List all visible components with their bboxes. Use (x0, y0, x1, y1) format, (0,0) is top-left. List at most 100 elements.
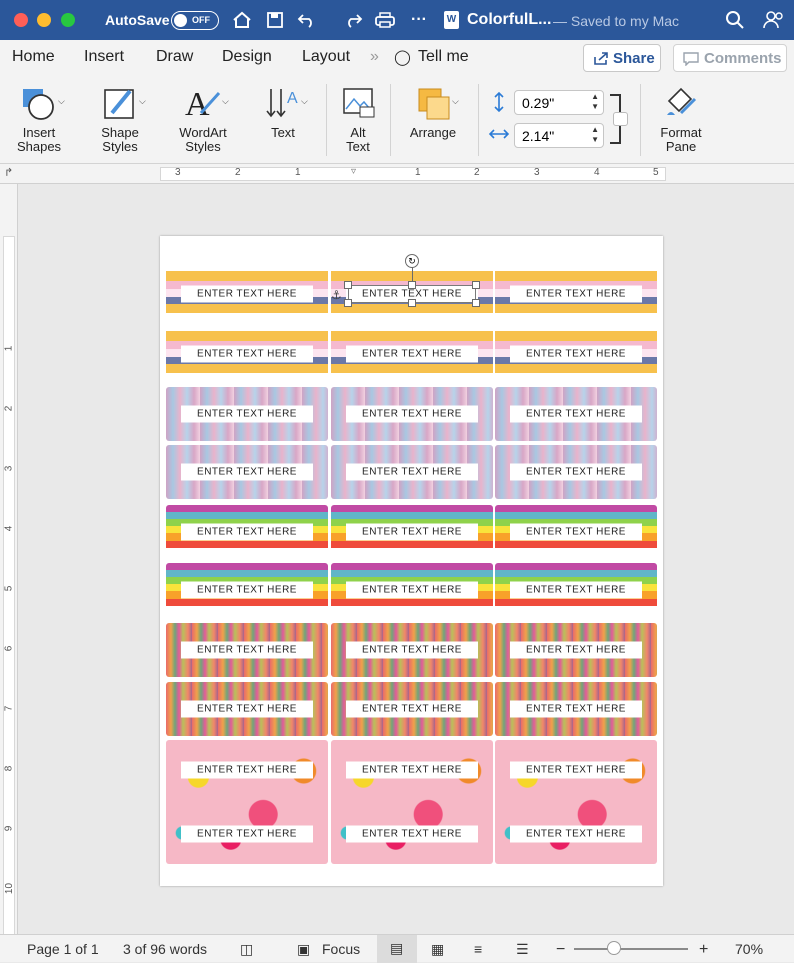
zoom-out-icon[interactable]: − (556, 941, 565, 959)
label-cell[interactable]: ENTER TEXT HERE (495, 682, 657, 736)
more-tabs-chevron[interactable]: » (370, 48, 379, 66)
label-cell[interactable]: ENTER TEXT HERE (331, 505, 493, 559)
label-text[interactable]: ENTER TEXT HERE (346, 700, 478, 718)
resize-handle[interactable] (344, 299, 352, 307)
more-icon[interactable]: ··· (408, 9, 430, 31)
alt-text-button[interactable]: Alt Text (334, 80, 382, 154)
wordart-styles-button[interactable]: A WordArt Styles (172, 80, 234, 154)
chevron-down-icon[interactable]: ⌵ (139, 96, 146, 107)
shape-width-input[interactable]: 2.14" ▲ ▼ (514, 123, 604, 148)
label-cell[interactable]: ENTER TEXT HERE (495, 267, 657, 321)
print-icon[interactable] (374, 9, 396, 31)
label-cell[interactable]: ENTER TEXT HERE (495, 445, 657, 499)
shape-height-input[interactable]: 0.29" ▲ ▼ (514, 90, 604, 115)
label-text[interactable]: ENTER TEXT HERE (510, 761, 642, 779)
label-text[interactable]: ENTER TEXT HERE (346, 405, 478, 423)
tab-home[interactable]: Home (12, 48, 55, 66)
label-cell[interactable]: ENTER TEXT HERE (166, 623, 328, 677)
label-text[interactable]: ENTER TEXT HERE (510, 523, 642, 541)
label-text[interactable]: ENTER TEXT HERE (346, 581, 478, 599)
zoom-slider[interactable] (574, 948, 688, 950)
label-cell[interactable]: ENTER TEXT HERE (495, 563, 657, 617)
label-text[interactable]: ENTER TEXT HERE (181, 523, 313, 541)
label-text[interactable]: ENTER TEXT HERE (181, 825, 313, 843)
ruler-track[interactable]: 3 2 1 1 2 3 4 5 ▿ (160, 166, 666, 181)
label-text[interactable]: ENTER TEXT HERE (181, 285, 313, 303)
format-pane-button[interactable]: Format Pane (650, 80, 712, 154)
autosave-toggle[interactable]: OFF (171, 11, 219, 30)
label-text[interactable]: ENTER TEXT HERE (510, 700, 642, 718)
label-cell[interactable]: ENTER TEXT HERE (166, 267, 328, 321)
rotate-handle-icon[interactable]: ↻ (405, 254, 419, 268)
save-icon[interactable] (264, 9, 286, 31)
label-cell[interactable]: ENTER TEXT HERE (166, 563, 328, 617)
label-cell[interactable]: ENTER TEXT HERE (331, 682, 493, 736)
resize-handle[interactable] (408, 299, 416, 307)
document-save-status[interactable]: — Saved to my Mac (553, 13, 679, 29)
print-layout-view-button[interactable]: ▤ (377, 935, 417, 963)
label-text[interactable]: ENTER TEXT HERE (510, 641, 642, 659)
label-cell[interactable]: ENTER TEXT HERE (166, 505, 328, 559)
label-text[interactable]: ENTER TEXT HERE (181, 405, 313, 423)
height-stepper-icon[interactable]: ▲ ▼ (591, 92, 599, 112)
zoom-slider-knob[interactable] (606, 941, 621, 955)
resize-handle[interactable] (472, 299, 480, 307)
label-cell[interactable]: ENTER TEXT HERE (166, 445, 328, 499)
redo-icon[interactable] (342, 9, 364, 31)
proofing-icon[interactable]: ◫ (240, 941, 253, 958)
label-cell[interactable]: ENTER TEXT HERE (495, 505, 657, 559)
tell-me-search[interactable]: Tell me (418, 48, 469, 66)
tab-insert[interactable]: Insert (84, 48, 124, 66)
label-text[interactable]: ENTER TEXT HERE (181, 641, 313, 659)
label-text[interactable]: ENTER TEXT HERE (510, 405, 642, 423)
label-text[interactable]: ENTER TEXT HERE (181, 345, 313, 363)
zoom-level[interactable]: 70% (735, 941, 763, 957)
lock-aspect-checkbox[interactable] (613, 112, 628, 126)
share-people-icon[interactable] (763, 9, 785, 31)
label-text[interactable]: ENTER TEXT HERE (346, 761, 478, 779)
label-text[interactable]: ENTER TEXT HERE (346, 825, 478, 843)
label-text[interactable]: ENTER TEXT HERE (181, 700, 313, 718)
label-cell[interactable]: ENTER TEXT HERE (331, 563, 493, 617)
label-cell[interactable]: ENTER TEXT HERE (331, 387, 493, 441)
undo-icon[interactable] (296, 9, 318, 31)
width-stepper-icon[interactable]: ▲ ▼ (591, 125, 599, 145)
text-button[interactable]: A Text (256, 80, 310, 140)
label-cell[interactable]: ENTER TEXT HERE ENTER TEXT HERE (166, 740, 328, 864)
label-cell[interactable]: ENTER TEXT HERE (166, 327, 328, 381)
chevron-down-icon[interactable]: ⌵ (301, 96, 308, 107)
zoom-in-icon[interactable]: + (699, 941, 708, 959)
chevron-down-icon[interactable]: ⌵ (452, 96, 459, 107)
comments-button[interactable]: Comments (673, 44, 787, 72)
word-count[interactable]: 3 of 96 words (123, 941, 207, 957)
label-cell[interactable]: ENTER TEXT HERE (495, 623, 657, 677)
vertical-ruler-track[interactable]: 1 2 3 4 5 6 7 8 9 10 (3, 236, 15, 936)
tab-stop-icon[interactable]: ↱ (4, 166, 13, 179)
chevron-down-icon[interactable]: ⌵ (58, 96, 65, 107)
outline-view-icon[interactable]: ≡ (474, 941, 482, 957)
label-cell[interactable]: ENTER TEXT HERE ENTER TEXT HERE (331, 740, 493, 864)
label-text[interactable]: ENTER TEXT HERE (346, 641, 478, 659)
label-text[interactable]: ENTER TEXT HERE (510, 345, 642, 363)
home-icon[interactable] (231, 9, 253, 31)
close-window-button[interactable] (14, 13, 28, 27)
label-cell[interactable]: ENTER TEXT HERE (495, 327, 657, 381)
focus-button[interactable]: Focus (322, 941, 360, 957)
resize-handle[interactable] (408, 281, 416, 289)
label-cell[interactable]: ENTER TEXT HERE (166, 387, 328, 441)
insert-shapes-button[interactable]: Insert Shapes (8, 80, 70, 154)
label-text[interactable]: ENTER TEXT HERE (346, 463, 478, 481)
label-cell[interactable]: ENTER TEXT HERE (331, 623, 493, 677)
label-text[interactable]: ENTER TEXT HERE (181, 463, 313, 481)
arrange-button[interactable]: Arrange (398, 80, 468, 140)
page-count[interactable]: Page 1 of 1 (27, 941, 99, 957)
resize-handle[interactable] (472, 281, 480, 289)
label-cell[interactable]: ENTER TEXT HERE (331, 445, 493, 499)
search-icon[interactable] (724, 9, 746, 31)
shape-styles-button[interactable]: Shape Styles (92, 80, 148, 154)
label-text[interactable]: ENTER TEXT HERE (346, 523, 478, 541)
label-text[interactable]: ENTER TEXT HERE (510, 463, 642, 481)
zoom-window-button[interactable] (61, 13, 75, 27)
label-cell[interactable]: ENTER TEXT HERE (495, 387, 657, 441)
tab-layout[interactable]: Layout (302, 48, 350, 66)
